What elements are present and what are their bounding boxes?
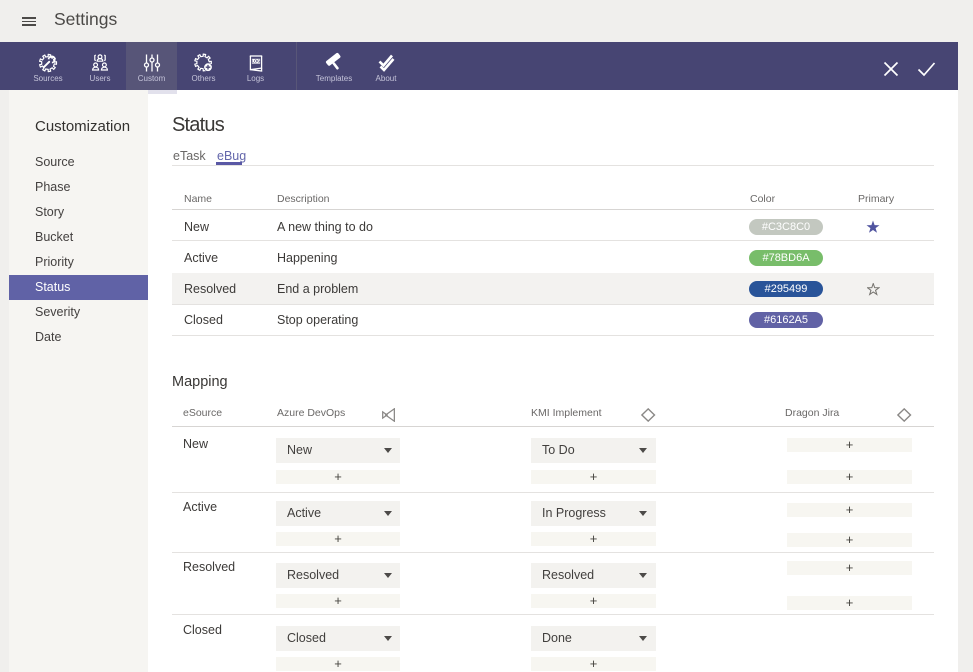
svg-text:LOG: LOG bbox=[251, 58, 260, 63]
